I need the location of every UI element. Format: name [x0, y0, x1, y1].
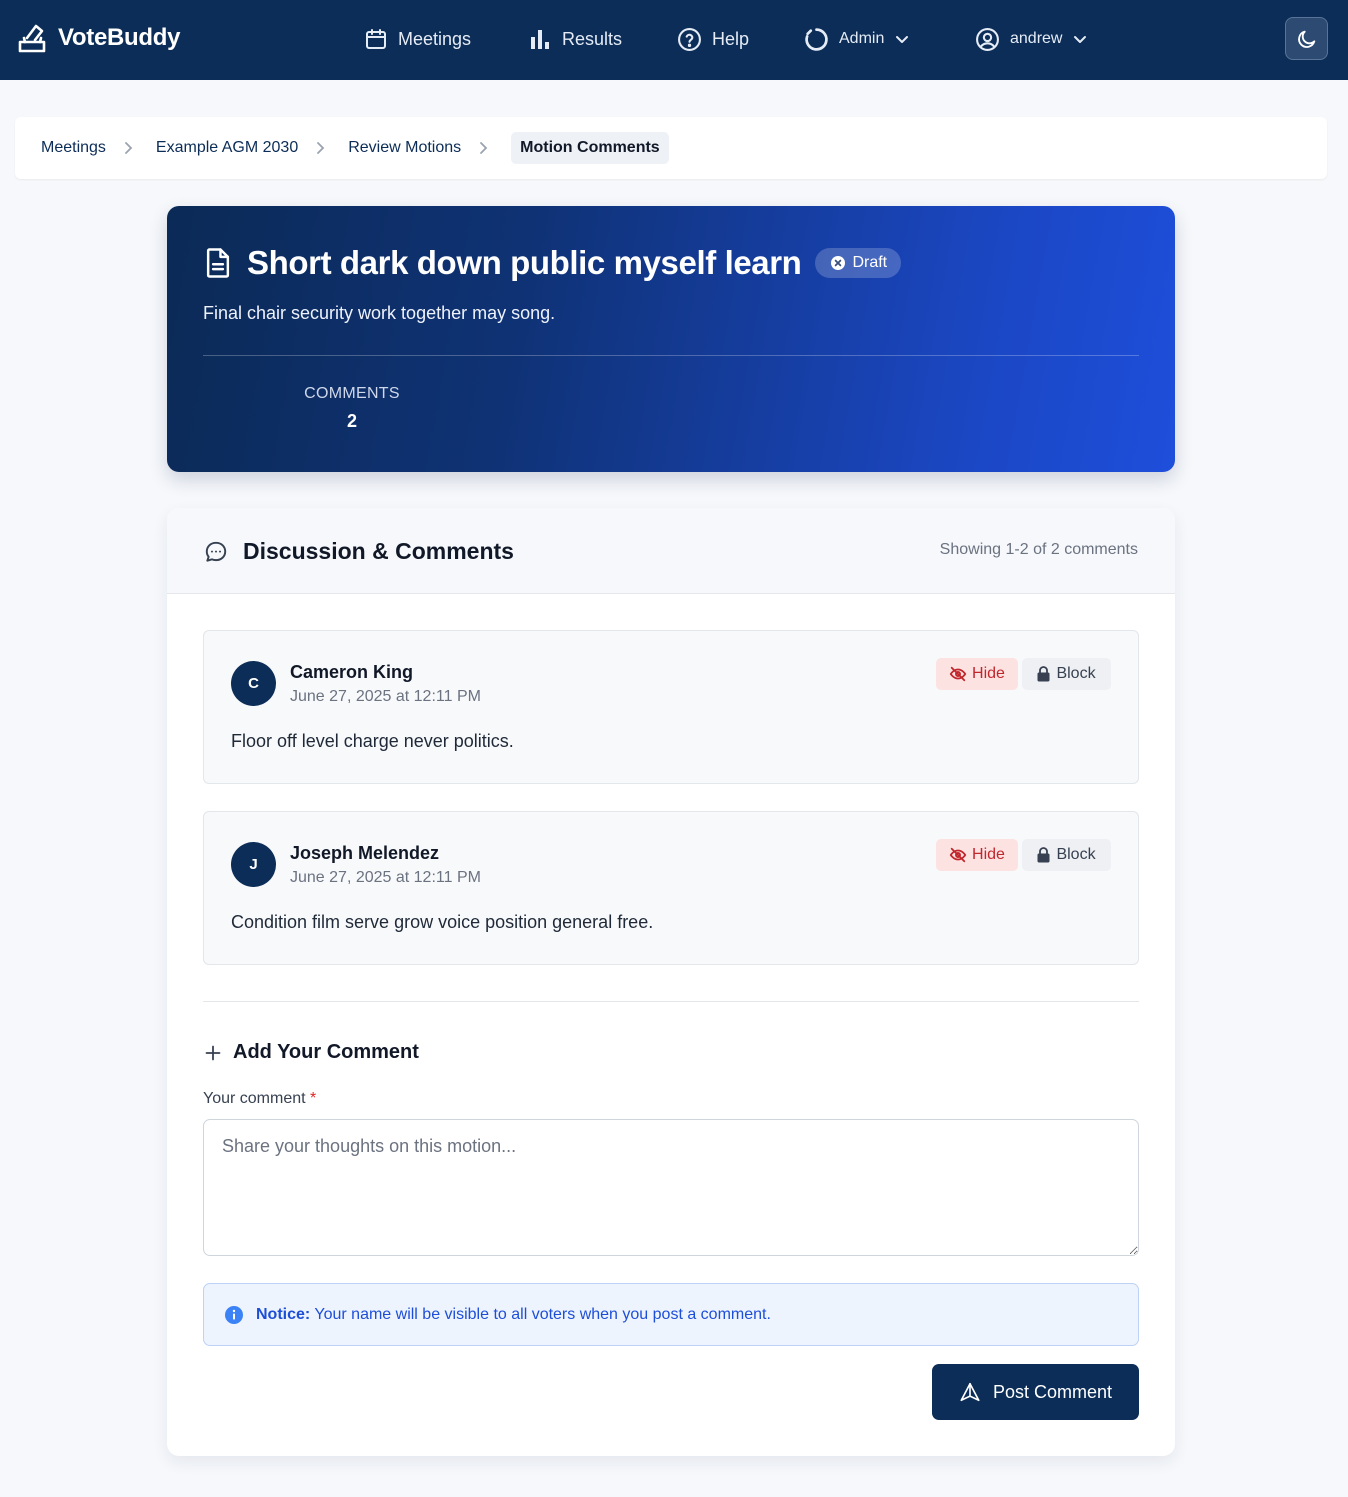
comment-author: Cameron King	[290, 662, 414, 682]
plus-icon	[205, 1045, 221, 1061]
section-divider	[203, 1001, 1139, 1002]
dark-mode-toggle[interactable]	[1285, 17, 1328, 60]
nav-results-label: Results	[562, 28, 623, 49]
hide-comment-button[interactable]: Hide	[936, 839, 1018, 871]
discussion-card: Discussion & Comments Showing 1-2 of 2 c…	[167, 508, 1175, 1456]
nav-help-label: Help	[712, 28, 750, 49]
nav-meetings-label: Meetings	[398, 28, 472, 49]
nav-help[interactable]: Help	[677, 24, 749, 54]
breadcrumb: Meetings Example AGM 2030 Review Motions…	[15, 117, 1327, 179]
info-icon	[224, 1305, 244, 1325]
pagination-summary: Showing 1-2 of 2 comments	[939, 541, 1138, 558]
lock-icon	[1037, 847, 1050, 863]
nav-meetings[interactable]: Meetings	[364, 24, 471, 54]
breadcrumb-meeting[interactable]: Example AGM 2030	[156, 139, 298, 157]
chat-bubble-icon	[203, 539, 229, 565]
status-badge-label: Draft	[852, 254, 888, 271]
nav-admin-label: Admin	[839, 30, 885, 47]
send-icon	[959, 1381, 981, 1403]
hide-label: Hide	[972, 665, 1005, 682]
breadcrumb-review-motions[interactable]: Review Motions	[348, 139, 461, 157]
comment-date: June 27, 2025 at 12:11 PM	[290, 869, 481, 886]
comment-textarea[interactable]	[203, 1119, 1139, 1256]
block-user-button[interactable]: Block	[1022, 839, 1111, 871]
comment-body: Condition film serve grow voice position…	[231, 912, 654, 932]
moon-icon	[1296, 28, 1318, 50]
block-label: Block	[1056, 665, 1096, 682]
spinner-icon	[804, 27, 829, 52]
chevron-down-icon	[1072, 31, 1088, 47]
comment-body: Floor off level charge never politics.	[231, 731, 514, 751]
help-circle-icon	[677, 27, 702, 52]
post-comment-label: Post Comment	[992, 1381, 1113, 1402]
notice-strong: Notice:	[256, 1305, 311, 1323]
comment-item: J Joseph Melendez June 27, 2025 at 12:11…	[203, 811, 1139, 965]
breadcrumb-current: Motion Comments	[511, 132, 669, 164]
document-icon	[203, 247, 233, 279]
eye-slash-icon	[949, 666, 967, 682]
post-comment-button[interactable]: Post Comment	[932, 1364, 1139, 1420]
breadcrumb-meetings[interactable]: Meetings	[41, 139, 106, 157]
brand-logo[interactable]: VoteBuddy	[16, 22, 180, 54]
lock-icon	[1037, 666, 1050, 682]
chevron-right-icon	[479, 141, 489, 155]
comment-date: June 27, 2025 at 12:11 PM	[290, 688, 481, 705]
motion-header: Short dark down public myself learn Draf…	[167, 206, 1175, 472]
comments-stat-value: 2	[346, 411, 357, 431]
calendar-icon	[364, 27, 388, 51]
hide-label: Hide	[972, 846, 1005, 863]
comment-item: C Cameron King June 27, 2025 at 12:11 PM…	[203, 630, 1139, 784]
x-circle-icon	[831, 256, 846, 270]
nav-results[interactable]: Results	[528, 24, 622, 54]
nav-user-dropdown[interactable]: andrew	[975, 24, 1088, 54]
nav-user-label: andrew	[1010, 30, 1063, 47]
notice-text: Notice: Your name will be visible to all…	[256, 1306, 771, 1324]
chevron-right-icon	[124, 141, 134, 155]
chevron-right-icon	[316, 141, 326, 155]
chevron-down-icon	[894, 31, 910, 47]
notice-message: Your name will be visible to all voters …	[310, 1305, 771, 1323]
avatar: C	[231, 661, 276, 706]
hero-divider	[203, 355, 1139, 356]
discussion-header: Discussion & Comments Showing 1-2 of 2 c…	[167, 508, 1175, 594]
motion-description: Final chair security work together may s…	[203, 303, 556, 323]
ballot-box-icon	[16, 22, 48, 54]
top-navbar: VoteBuddy Meetings Results Help Admin an…	[0, 0, 1348, 80]
hide-comment-button[interactable]: Hide	[936, 658, 1018, 690]
block-user-button[interactable]: Block	[1022, 658, 1111, 690]
brand-name: VoteBuddy	[58, 24, 181, 51]
comment-author: Joseph Melendez	[290, 843, 440, 863]
nav-admin-dropdown[interactable]: Admin	[804, 24, 910, 54]
comment-field-label-text: Your comment	[203, 1090, 306, 1107]
visibility-notice: Notice: Your name will be visible to all…	[203, 1283, 1139, 1346]
comments-stat-label: COMMENTS	[304, 385, 400, 402]
motion-title: Short dark down public myself learn	[247, 244, 802, 281]
required-indicator: *	[310, 1090, 317, 1107]
comment-field-label: Your comment *	[203, 1090, 316, 1108]
eye-slash-icon	[949, 847, 967, 863]
add-comment-heading: Add Your Comment	[205, 1041, 419, 1064]
block-label: Block	[1056, 846, 1096, 863]
user-circle-icon	[975, 27, 1000, 52]
add-comment-title: Add Your Comment	[233, 1041, 419, 1063]
bar-chart-icon	[528, 27, 552, 51]
discussion-title: Discussion & Comments	[243, 538, 514, 564]
avatar: J	[231, 842, 276, 887]
status-badge: Draft	[815, 248, 902, 278]
